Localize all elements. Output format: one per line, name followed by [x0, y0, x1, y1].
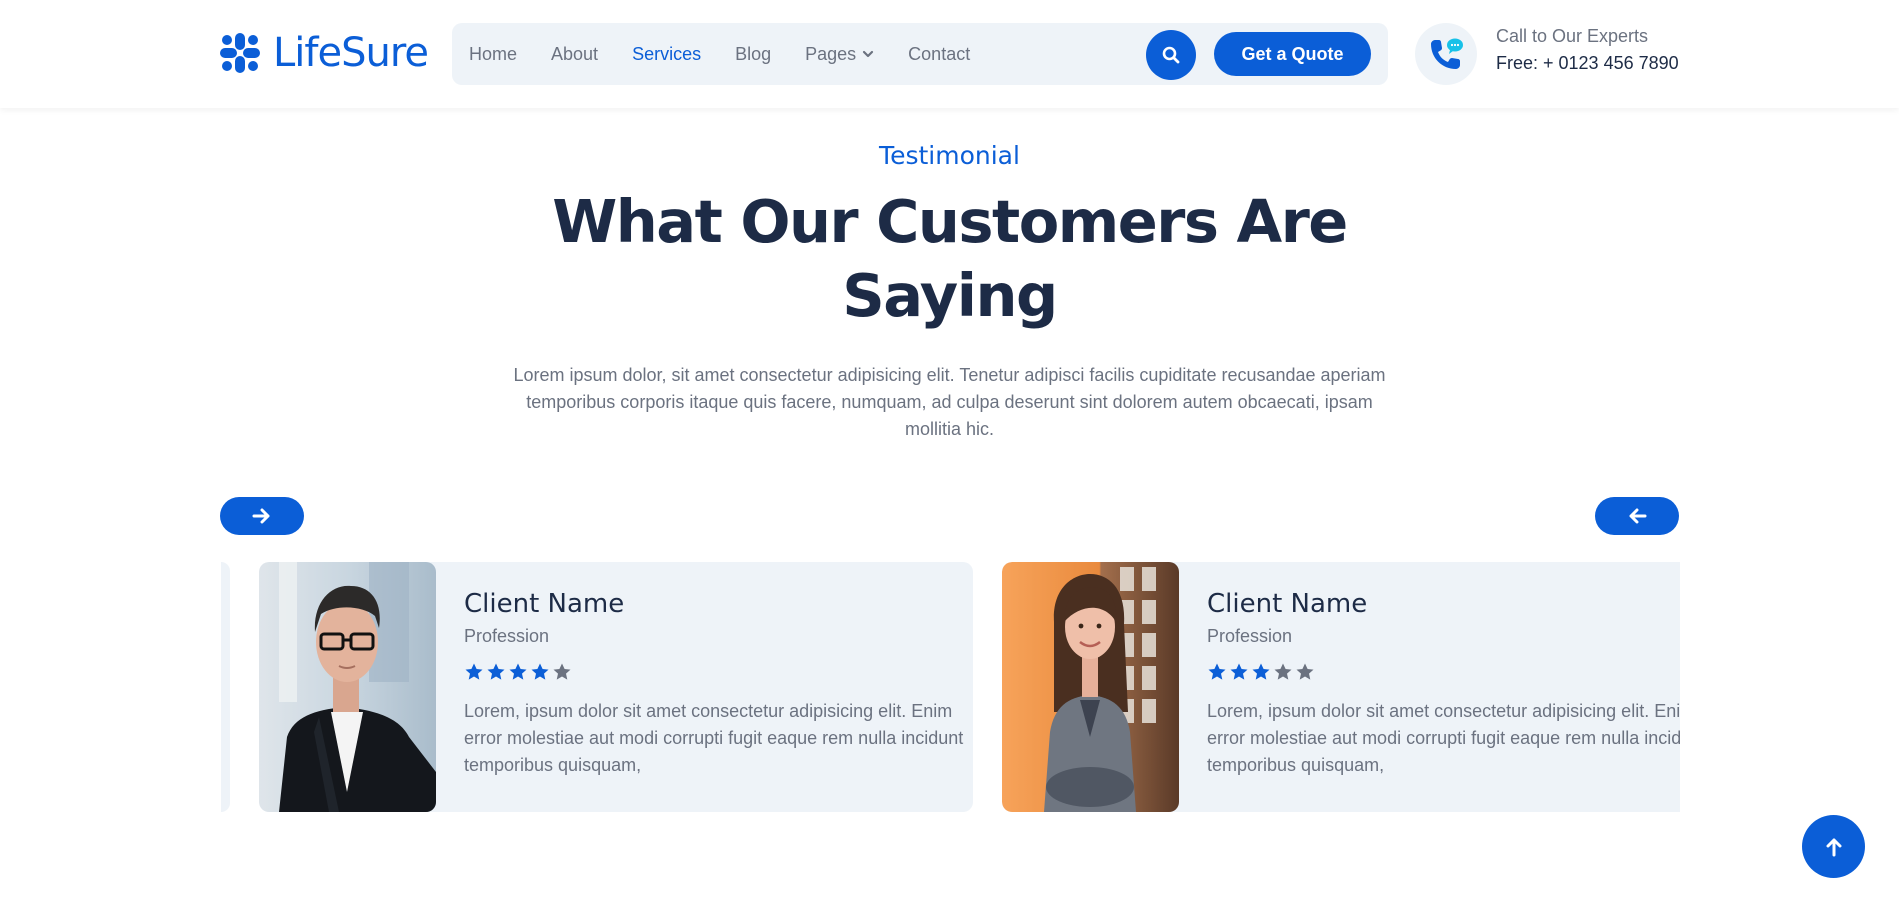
contact-phone[interactable]: Free: + 0123 456 7890: [1496, 53, 1679, 73]
arrow-left-icon: [1629, 508, 1647, 524]
star-filled-icon: [1252, 663, 1270, 680]
search-button[interactable]: [1146, 30, 1196, 80]
star-filled-icon: [1230, 663, 1248, 680]
arrow-right-icon: [252, 508, 270, 524]
contact-label: Call to Our Experts: [1496, 26, 1649, 46]
section-title: What Our Customers Are Saying: [0, 185, 1899, 333]
testimonial-text: Lorem, ipsum dolor sit amet consectetur …: [464, 701, 964, 775]
testimonial-carousel[interactable]: Client Name Profession Lorem, ipsum dolo…: [221, 562, 1680, 812]
nav-item-home[interactable]: Home: [469, 44, 517, 65]
testimonial-text: Lorem, ipsum dolor sit amet consectetur …: [1207, 701, 1680, 775]
contact-info: Call to Our Experts Free: + 0123 456 789…: [1496, 26, 1679, 73]
logo-icon: [220, 33, 260, 73]
phone-badge: [1415, 23, 1477, 85]
chevron-down-icon: [863, 50, 874, 58]
client-photo: [1002, 562, 1179, 812]
get-quote-button[interactable]: Get a Quote: [1214, 32, 1371, 76]
nav-item-services[interactable]: Services: [632, 44, 701, 65]
nav-item-about[interactable]: About: [551, 44, 598, 65]
arrow-up-icon: [1826, 838, 1841, 856]
testimonial-card-partial: [221, 562, 230, 812]
client-name: Client Name: [1207, 589, 1368, 619]
nav-item-contact[interactable]: Contact: [908, 44, 970, 65]
star-filled-icon: [509, 663, 527, 680]
star-empty-icon: [1296, 663, 1314, 680]
testimonial-card: Client Name Profession Lorem, ipsum dolo…: [259, 562, 973, 812]
section-title-line-1: What Our Customers Are: [552, 187, 1348, 256]
client-photo: [259, 562, 436, 812]
nav-item-blog[interactable]: Blog: [735, 44, 771, 65]
star-filled-icon: [465, 663, 483, 680]
rating-stars: [1207, 662, 1680, 684]
client-profession: Profession: [1207, 626, 1293, 646]
client-profession: Profession: [464, 626, 550, 646]
rating-stars: [464, 662, 964, 684]
brand-name: LifeSure: [273, 30, 429, 76]
testimonial-card: Client Name Profession Lorem, ipsum dolo…: [1002, 562, 1680, 812]
phone-chat-icon: [1431, 38, 1463, 69]
section-title-line-2: Saying: [842, 261, 1058, 330]
star-empty-icon: [553, 663, 571, 680]
star-empty-icon: [1274, 663, 1292, 680]
site-header: LifeSure Home About Services Blog Pages …: [0, 0, 1899, 108]
star-filled-icon: [1208, 663, 1226, 680]
back-to-top-button[interactable]: [1802, 815, 1865, 878]
client-name: Client Name: [464, 589, 625, 619]
brand-logo[interactable]: LifeSure: [219, 28, 429, 78]
section-subtitle: Testimonial: [879, 141, 1020, 170]
carousel-prev-button[interactable]: [1595, 497, 1679, 535]
section-description: Lorem ipsum dolor, sit amet consectetur …: [513, 365, 1386, 439]
search-icon: [1162, 46, 1180, 64]
star-filled-icon: [487, 663, 505, 680]
star-filled-icon: [531, 663, 549, 680]
carousel-next-button[interactable]: [220, 497, 304, 535]
nav-item-pages[interactable]: Pages: [805, 44, 874, 65]
nav-item-pages-label: Pages: [805, 43, 857, 64]
